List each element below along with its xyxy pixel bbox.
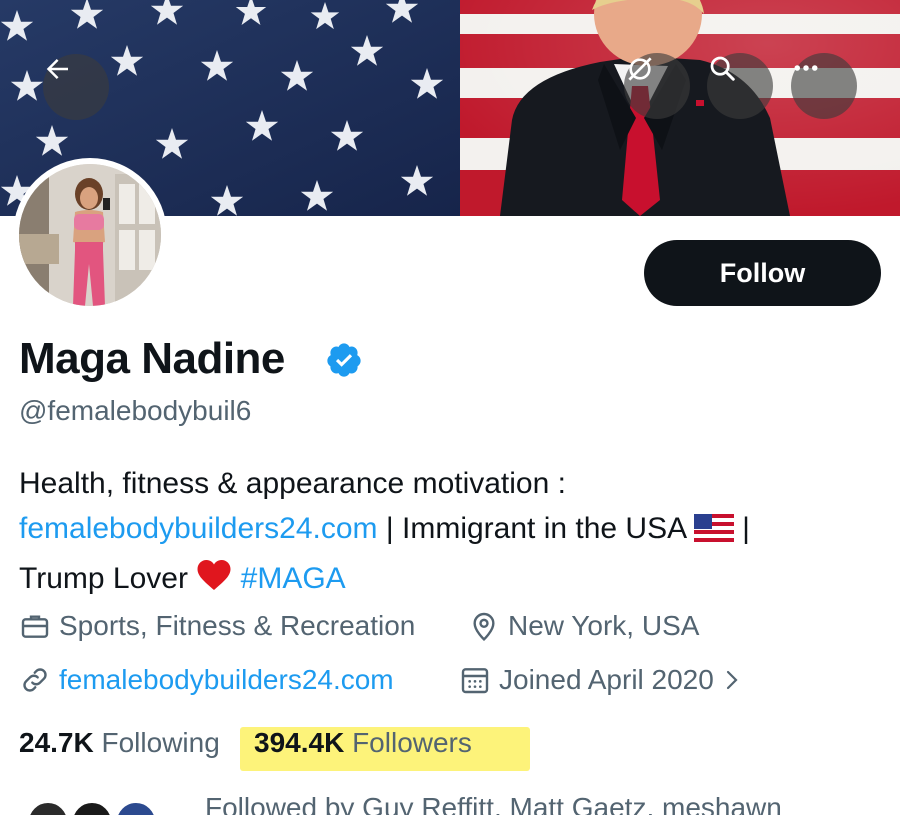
website-link[interactable]: femalebodybuilders24.com (59, 664, 394, 696)
follower-avatar (26, 800, 70, 815)
followed-by-text[interactable]: Followed by Guy Reffitt, Matt Gaetz, mes… (205, 792, 782, 815)
bio-separator: | (733, 512, 750, 545)
followers-count: 394.4K (254, 727, 345, 758)
location-label: New York, USA (508, 610, 700, 641)
red-heart-icon (197, 560, 231, 590)
bio-text: Trump Lover (19, 562, 188, 595)
followed-by-avatars[interactable] (26, 800, 186, 815)
following-count: 24.7K (19, 727, 94, 758)
bio-text: Immigrant in the USA (402, 512, 686, 545)
bio-hashtag-link[interactable]: #MAGA (241, 562, 346, 595)
translate-button[interactable] (624, 53, 690, 119)
translate-icon (628, 57, 652, 81)
avatar[interactable] (13, 158, 167, 312)
back-button[interactable] (43, 54, 109, 120)
profile-location: New York, USA (468, 610, 699, 642)
location-pin-icon (473, 612, 495, 641)
search-button[interactable] (707, 53, 773, 119)
follower-avatar (114, 800, 158, 815)
display-name: Maga Nadine (19, 334, 285, 383)
avatar-image (19, 164, 161, 306)
follow-button[interactable]: Follow (644, 240, 881, 306)
more-button[interactable] (791, 53, 857, 119)
us-flag-icon (693, 514, 734, 542)
profile-joined[interactable]: Joined April 2020 (459, 664, 752, 696)
bio-website-link[interactable]: femalebodybuilders24.com (19, 512, 378, 545)
following-label: Following (93, 727, 220, 758)
calendar-icon (461, 668, 489, 694)
bio-line: Health, fitness & appearance motivation … (19, 467, 566, 500)
profile-category: Sports, Fitness & Recreation (19, 610, 415, 642)
bio-separator: | (377, 512, 403, 545)
arrow-left-icon (46, 59, 68, 79)
followers-label: Followers (344, 727, 472, 758)
bio-line: Trump Lover #MAGA (19, 558, 346, 596)
link-icon (23, 668, 47, 692)
profile-website[interactable]: femalebodybuilders24.com (19, 664, 394, 696)
briefcase-icon (21, 615, 49, 638)
follower-avatar (70, 800, 114, 815)
following-stat[interactable]: 24.7K Following (19, 727, 220, 759)
followers-stat[interactable]: 394.4K Followers (254, 727, 472, 759)
chevron-right-icon (726, 670, 738, 690)
category-label: Sports, Fitness & Recreation (59, 610, 416, 641)
bio-line: femalebodybuilders24.com | Immigrant in … (19, 512, 750, 546)
search-icon (710, 56, 735, 81)
joined-label: Joined April 2020 (499, 664, 714, 695)
verified-badge-icon[interactable] (325, 341, 363, 379)
more-horizontal-icon (794, 65, 818, 71)
handle: @femalebodybuil6 (19, 395, 252, 426)
